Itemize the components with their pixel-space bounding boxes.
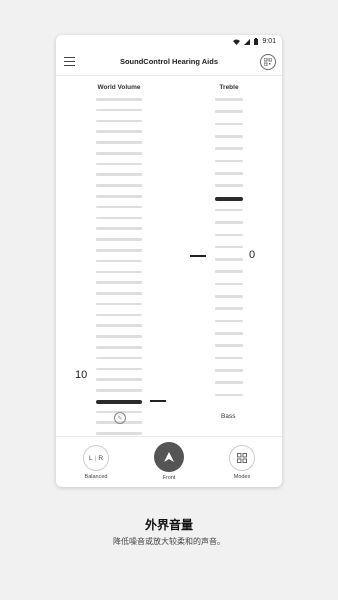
treble-bass-bar[interactable] — [215, 282, 243, 286]
app-header: SoundControl Hearing Aids — [56, 49, 282, 76]
treble-bass-bar[interactable] — [215, 369, 243, 372]
world-volume-bar[interactable] — [96, 248, 142, 252]
world-volume-bar[interactable] — [96, 324, 142, 327]
treble-bass-bar[interactable] — [215, 270, 243, 274]
treble-bass-bar[interactable] — [215, 208, 243, 212]
caption-subtitle: 降低噪音或放大较柔和的声音。 — [113, 537, 225, 546]
world-volume-bar[interactable] — [96, 356, 142, 360]
treble-value: 0 — [249, 249, 256, 261]
balanced-button[interactable]: L | R Balanced — [78, 445, 114, 480]
treble-bass-bar[interactable] — [215, 258, 243, 261]
modes-label: Modes — [233, 474, 251, 480]
treble-bass-bar[interactable] — [215, 122, 243, 126]
world-volume-bar[interactable] — [96, 141, 142, 144]
world-volume-bar[interactable] — [96, 151, 142, 155]
treble-bass-bar[interactable] — [215, 344, 243, 347]
treble-bass-slider[interactable] — [215, 98, 243, 443]
world-volume-label: World Volume — [97, 84, 141, 91]
treble-bass-active-bar[interactable] — [215, 196, 243, 201]
treble-bass-bar[interactable] — [215, 147, 243, 150]
world-volume-bar[interactable] — [96, 216, 142, 220]
status-bar: 9:01 — [56, 35, 282, 49]
world-volume-bar[interactable] — [96, 119, 142, 123]
world-volume-bar[interactable] — [96, 173, 142, 177]
microphone-icon[interactable]: ✎ — [114, 412, 126, 424]
world-volume-bar[interactable] — [96, 98, 142, 101]
status-time: 9:01 — [262, 38, 276, 45]
world-volume-tick — [150, 400, 166, 402]
world-volume-active-bar[interactable] — [96, 399, 142, 404]
treble-label: Treble — [219, 84, 239, 91]
treble-bass-bar[interactable] — [215, 233, 243, 237]
world-volume-bar[interactable] — [96, 335, 142, 338]
play-triangle-icon — [164, 452, 174, 462]
world-volume-value: 10 — [75, 369, 88, 381]
world-volume-bar[interactable] — [96, 227, 142, 230]
treble-bass-bar[interactable] — [215, 159, 243, 163]
balanced-icon: L | R — [83, 445, 109, 471]
world-volume-bar[interactable] — [96, 270, 142, 274]
treble-bass-bar[interactable] — [215, 332, 243, 335]
world-volume-bar[interactable] — [96, 281, 142, 284]
world-volume-bar[interactable] — [96, 389, 142, 392]
bass-label: Bass — [221, 413, 236, 420]
app-title: SoundControl Hearing Aids — [119, 57, 219, 66]
world-volume-bar[interactable] — [96, 367, 142, 371]
world-volume-bar[interactable] — [96, 259, 142, 263]
treble-bass-bar[interactable] — [215, 307, 243, 311]
treble-bass-bar[interactable] — [215, 110, 243, 113]
world-volume-bar[interactable] — [96, 302, 142, 306]
world-volume-bar[interactable] — [96, 162, 142, 166]
world-volume-bar[interactable] — [96, 238, 142, 241]
world-volume-bar[interactable] — [96, 292, 142, 295]
world-volume-bar[interactable] — [96, 205, 142, 209]
world-volume-bar[interactable] — [96, 313, 142, 317]
front-label: Front — [162, 475, 176, 481]
app-screen: 9:01 SoundControl Hearing Aids World Vol… — [56, 35, 282, 487]
world-volume-bar[interactable] — [96, 345, 142, 349]
signal-icon — [244, 38, 251, 45]
qr-code-icon[interactable] — [260, 54, 276, 70]
world-volume-bar[interactable] — [96, 184, 142, 187]
modes-button[interactable]: Modes — [224, 445, 260, 480]
treble-bass-bar[interactable] — [215, 356, 243, 360]
treble-bass-bar[interactable] — [215, 245, 243, 249]
treble-bass-bar[interactable] — [215, 221, 243, 224]
wifi-icon — [233, 39, 241, 45]
treble-bass-bar[interactable] — [215, 319, 243, 323]
world-volume-bar[interactable] — [96, 432, 142, 435]
bottom-nav: L | R Balanced Front Modes — [56, 436, 282, 487]
treble-bass-bar[interactable] — [215, 98, 243, 101]
treble-bass-bar[interactable] — [215, 295, 243, 298]
modes-icon — [229, 445, 255, 471]
world-volume-slider[interactable] — [96, 98, 142, 443]
caption-title: 外界音量 — [144, 518, 193, 532]
world-volume-bar[interactable] — [96, 378, 142, 381]
world-volume-bar[interactable] — [96, 195, 142, 198]
treble-bass-bar[interactable] — [215, 393, 243, 397]
treble-bass-bar[interactable] — [215, 184, 243, 187]
treble-bass-bar[interactable] — [215, 381, 243, 384]
world-volume-bar[interactable] — [96, 108, 142, 112]
front-icon — [154, 442, 184, 472]
treble-bass-bar[interactable] — [215, 171, 243, 175]
front-button[interactable]: Front — [151, 442, 187, 481]
world-volume-bar[interactable] — [96, 130, 142, 133]
battery-icon — [254, 38, 259, 45]
balanced-left-label: L — [88, 454, 93, 462]
balanced-right-label: R — [98, 454, 104, 462]
treble-tick — [190, 255, 206, 257]
treble-bass-bar[interactable] — [215, 134, 243, 138]
grid-icon — [237, 453, 247, 463]
balanced-label: Balanced — [84, 474, 108, 480]
